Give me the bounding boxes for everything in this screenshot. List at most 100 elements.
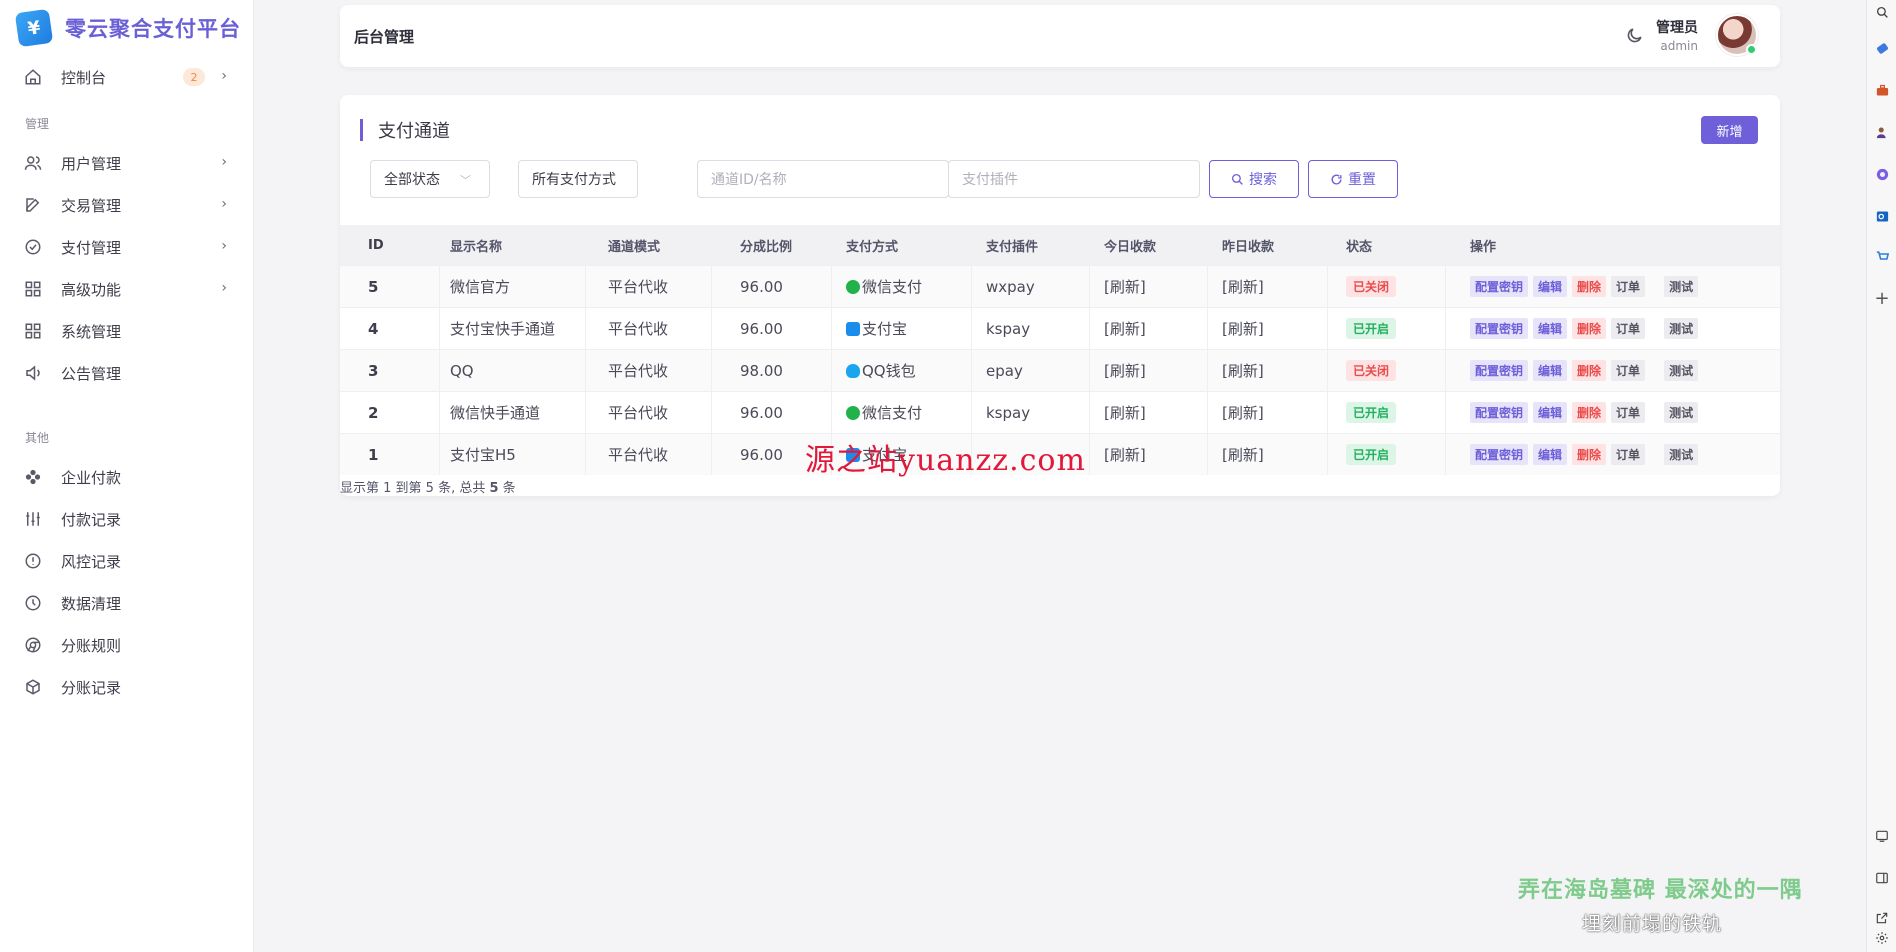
brand-logo-icon: ¥ [14,8,54,48]
test-button[interactable]: 测试 [1664,360,1699,381]
column-header[interactable]: ID [340,225,440,265]
external-link-icon[interactable] [1874,910,1890,926]
column-header[interactable]: 今日收款 [1090,225,1208,265]
sidebar-item-label: 风控记录 [61,552,122,571]
sidebar-item-payment-records[interactable]: 付款记录 [0,498,253,540]
cell-pay-type: 微信支付 [832,266,972,307]
config-key-button[interactable]: 配置密钥 [1470,402,1529,423]
orders-button[interactable]: 订单 [1611,276,1646,297]
cell-name: 支付宝H5 [440,434,586,475]
sidebar-item-system[interactable]: 系统管理 [0,310,253,352]
channel-search-input[interactable]: 通道ID/名称 [697,160,949,198]
sidebar-toggle-icon[interactable] [1874,870,1890,886]
plugin-search-input[interactable]: 支付插件 [948,160,1200,198]
check-circle-icon [23,237,43,257]
refresh-today-link[interactable]: [刷新] [1090,350,1208,391]
cell-id: 3 [340,350,440,391]
dark-mode-toggle-icon[interactable] [1625,26,1644,50]
refresh-yesterday-link[interactable]: [刷新] [1208,350,1328,391]
test-button[interactable]: 测试 [1664,318,1699,339]
cell-mode: 平台代收 [586,308,712,349]
config-key-button[interactable]: 配置密钥 [1470,444,1529,465]
cell-name: 支付宝快手通道 [440,308,586,349]
user-info[interactable]: 管理员 admin [1656,17,1698,53]
sidebar-item-transactions[interactable]: 交易管理 › [0,184,253,226]
sidebar-item-enterprise-pay[interactable]: 企业付款 [0,456,253,498]
sidebar-item-payments[interactable]: 支付管理 › [0,226,253,268]
screenshot-icon[interactable] [1874,828,1890,844]
orders-button[interactable]: 订单 [1611,402,1646,423]
orders-button[interactable]: 订单 [1611,444,1646,465]
column-header[interactable]: 昨日收款 [1208,225,1328,265]
sidebar-item-users[interactable]: 用户管理 › [0,142,253,184]
column-header[interactable]: 通道模式 [586,225,712,265]
test-button[interactable]: 测试 [1664,402,1699,423]
pagination-total: 5 [489,481,499,496]
test-button[interactable]: 测试 [1664,444,1699,465]
status-badge[interactable]: 已关闭 [1346,360,1397,381]
refresh-today-link[interactable]: [刷新] [1090,434,1208,475]
delete-button[interactable]: 删除 [1572,318,1607,339]
sidebar-item-advanced[interactable]: 高级功能 › [0,268,253,310]
edit-button[interactable]: 编辑 [1533,444,1568,465]
status-badge[interactable]: 已关闭 [1346,276,1397,297]
delete-button[interactable]: 删除 [1572,402,1607,423]
brand[interactable]: ¥ 零云聚合支付平台 [0,0,253,56]
settings-gear-icon[interactable] [1874,930,1890,946]
refresh-yesterday-link[interactable]: [刷新] [1208,392,1328,433]
column-header[interactable]: 支付方式 [832,225,972,265]
sidebar-item-notices[interactable]: 公告管理 [0,352,253,394]
table-row: 5 微信官方 平台代收 96.00 微信支付 wxpay [刷新] [刷新] 已关闭 配置密钥 编辑… [340,265,1780,307]
pay-type-label: QQ钱包 [862,362,916,380]
column-header[interactable]: 显示名称 [440,225,586,265]
refresh-today-link[interactable]: [刷新] [1090,308,1208,349]
delete-button[interactable]: 删除 [1572,360,1607,381]
sidebar-item-label: 高级功能 [61,280,122,299]
status-select[interactable]: 全部状态 ﹀ [370,160,490,198]
sidebar-item-label: 分账规则 [61,636,122,655]
config-key-button[interactable]: 配置密钥 [1470,318,1529,339]
refresh-yesterday-link[interactable]: [刷新] [1208,434,1328,475]
copilot-icon[interactable] [1874,166,1890,182]
shopping-icon[interactable] [1874,248,1890,264]
sidebar-item-split-records[interactable]: 分账记录 [0,666,253,708]
test-button[interactable]: 测试 [1664,276,1699,297]
refresh-today-link[interactable]: [刷新] [1090,266,1208,307]
tag-icon[interactable] [1874,40,1890,56]
delete-button[interactable]: 删除 [1572,276,1607,297]
sidebar-item-split-rules[interactable]: 分账规则 [0,624,253,666]
status-badge[interactable]: 已开启 [1346,444,1397,465]
refresh-yesterday-link[interactable]: [刷新] [1208,266,1328,307]
search-button[interactable]: 搜索 [1209,160,1299,198]
refresh-today-link[interactable]: [刷新] [1090,392,1208,433]
edit-button[interactable]: 编辑 [1533,276,1568,297]
cell-plugin: kspay [972,308,1090,349]
add-icon[interactable]: + [1874,288,1890,309]
column-header[interactable]: 分成比例 [712,225,832,265]
add-button[interactable]: 新增 [1701,116,1758,144]
edit-button[interactable]: 编辑 [1533,402,1568,423]
sidebar-item-risk-records[interactable]: 风控记录 [0,540,253,582]
delete-button[interactable]: 删除 [1572,444,1607,465]
search-icon[interactable] [1874,4,1890,20]
status-badge[interactable]: 已开启 [1346,402,1397,423]
orders-button[interactable]: 订单 [1611,318,1646,339]
pay-type-select[interactable]: 所有支付方式 [518,160,638,198]
avatar[interactable] [1716,14,1758,56]
outlook-icon[interactable] [1874,208,1890,224]
sidebar-item-dashboard[interactable]: 控制台 2 › [0,56,253,98]
edit-button[interactable]: 编辑 [1533,360,1568,381]
column-header[interactable]: 状态 [1328,225,1446,265]
table-row: 4 支付宝快手通道 平台代收 96.00 支付宝 kspay [刷新] [刷新] 已开启 配置密钥… [340,307,1780,349]
orders-button[interactable]: 订单 [1611,360,1646,381]
sidebar-item-data-cleanup[interactable]: 数据清理 [0,582,253,624]
refresh-yesterday-link[interactable]: [刷新] [1208,308,1328,349]
config-key-button[interactable]: 配置密钥 [1470,360,1529,381]
column-header[interactable]: 支付插件 [972,225,1090,265]
reset-button[interactable]: 重置 [1308,160,1398,198]
edit-button[interactable]: 编辑 [1533,318,1568,339]
profile-icon[interactable] [1874,124,1890,140]
config-key-button[interactable]: 配置密钥 [1470,276,1529,297]
status-badge[interactable]: 已开启 [1346,318,1397,339]
briefcase-icon[interactable] [1874,82,1890,98]
